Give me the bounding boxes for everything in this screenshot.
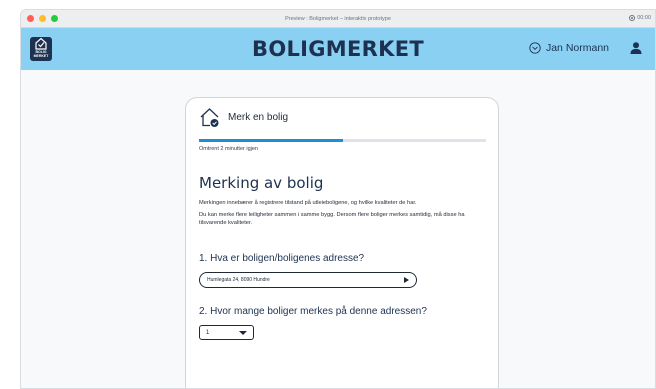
address-value: Humlegata 24, 8090 Hundre bbox=[207, 277, 270, 283]
card-header: Merk en bolig bbox=[199, 107, 485, 128]
intro-paragraph: Merkingen innebærer å registrere tilstan… bbox=[199, 200, 417, 206]
question-address: 1. Hva er boligen/boligenes adresse? bbox=[199, 253, 365, 264]
house-check-icon bbox=[200, 108, 219, 127]
count-select[interactable]: 1 bbox=[199, 325, 254, 340]
window-title: Preview : Boligmerket – interaktiv proto… bbox=[285, 15, 391, 22]
time-remaining: Omtrent 2 minutter igjen bbox=[199, 146, 258, 152]
caret-down-icon bbox=[239, 330, 247, 335]
play-icon[interactable] bbox=[404, 277, 409, 283]
registration-card: Merk en bolig Omtrent 2 minutter igjen M… bbox=[185, 97, 499, 388]
question-count: 2. Hvor mange boliger merkes på denne ad… bbox=[199, 306, 427, 317]
address-input[interactable]: Humlegata 24, 8090 Hundre bbox=[199, 272, 417, 288]
app-window: Preview : Boligmerket – interaktiv proto… bbox=[20, 9, 656, 389]
info-paragraph: Du kan merke flere leiligheter sammen i … bbox=[199, 212, 465, 226]
window-titlebar: Preview : Boligmerket – interaktiv proto… bbox=[21, 10, 655, 28]
chevron-circle-down-icon bbox=[529, 42, 541, 54]
progress-fill bbox=[199, 139, 343, 142]
page-heading: Merking av bolig bbox=[199, 174, 324, 192]
person-icon[interactable] bbox=[629, 41, 643, 55]
user-name: Jan Normann bbox=[545, 42, 609, 54]
site-header: BOLIG MERKET BOLIGMERKET Jan Normann bbox=[21, 28, 655, 70]
user-menu[interactable]: Jan Normann bbox=[529, 42, 609, 54]
progress-bar bbox=[199, 139, 486, 142]
count-value: 1 bbox=[206, 329, 210, 336]
recording-indicator: 00:00 bbox=[629, 15, 651, 21]
recording-clock: 00:00 bbox=[637, 15, 651, 21]
record-icon bbox=[629, 15, 636, 21]
step-title: Merk en bolig bbox=[228, 112, 289, 123]
